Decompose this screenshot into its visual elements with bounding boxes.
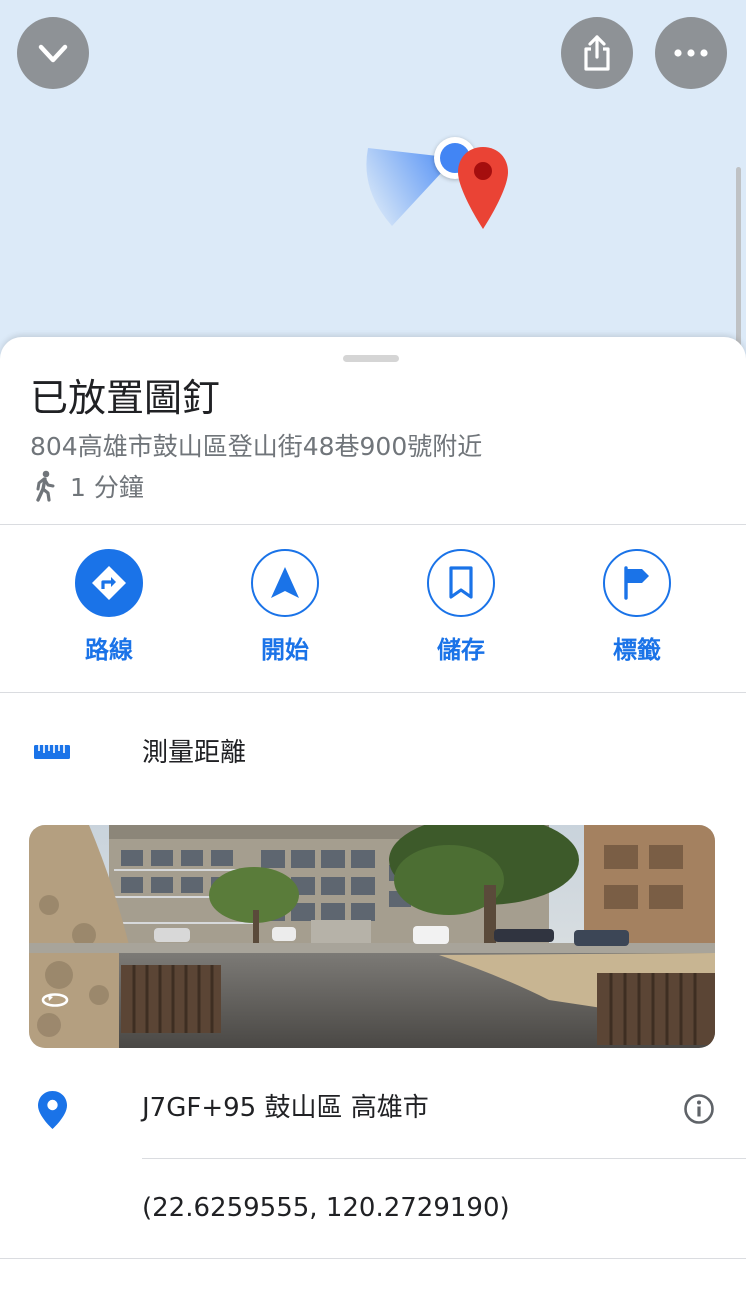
flag-icon: [624, 566, 649, 600]
divider: [0, 692, 746, 693]
save-label: 儲存: [437, 636, 485, 664]
directions-icon: [92, 566, 126, 600]
start-navigation-button[interactable]: 開始: [225, 549, 345, 665]
chevron-down-icon: [38, 44, 68, 63]
dropped-pin-icon[interactable]: [456, 145, 510, 231]
collapse-button[interactable]: [17, 17, 89, 89]
measure-distance-label: 測量距離: [142, 738, 247, 768]
navigation-icon: [271, 567, 299, 598]
coordinates-text: (22.6259555, 120.2729190): [142, 1193, 510, 1223]
bookmark-icon: [449, 566, 473, 599]
place-sheet: 已放置圖釘 804高雄市鼓山區登山街48巷900號附近 1 分鐘 路線 開始 儲…: [0, 337, 746, 1291]
directions-label: 路線: [85, 636, 133, 664]
divider: [142, 1158, 746, 1159]
start-label: 開始: [261, 636, 309, 664]
map-view[interactable]: [0, 0, 746, 360]
share-icon: [584, 35, 610, 71]
walk-time-text: 1 分鐘: [70, 473, 144, 502]
share-button[interactable]: [561, 17, 633, 89]
ruler-icon: [34, 745, 70, 759]
divider: [0, 1258, 746, 1259]
save-button[interactable]: 儲存: [401, 549, 521, 665]
label-button[interactable]: 標籤: [577, 549, 697, 665]
divider: [0, 524, 746, 525]
place-title: 已放置圖釘: [30, 376, 221, 420]
location-pin-icon: [38, 1091, 67, 1129]
street-view-image: [29, 825, 715, 1048]
measure-distance-row[interactable]: 測量距離: [0, 722, 746, 782]
place-address: 804高雄市鼓山區登山街48巷900號附近: [30, 432, 483, 461]
plus-code-row[interactable]: J7GF+95 鼓山區 高雄市: [0, 1087, 746, 1147]
label-label: 標籤: [613, 636, 661, 664]
walking-icon: [36, 470, 55, 502]
plus-code-text: J7GF+95 鼓山區 高雄市: [142, 1093, 429, 1123]
more-options-button[interactable]: [655, 17, 727, 89]
walk-time: 1 分鐘: [30, 469, 144, 503]
360-rotate-icon: [41, 993, 69, 1007]
coordinates-row[interactable]: (22.6259555, 120.2729190): [0, 1187, 746, 1237]
street-view-photo[interactable]: [29, 825, 715, 1048]
info-icon[interactable]: [683, 1093, 715, 1125]
directions-button[interactable]: 路線: [49, 549, 169, 665]
more-horiz-icon: [674, 49, 708, 57]
drag-handle[interactable]: [343, 355, 399, 362]
